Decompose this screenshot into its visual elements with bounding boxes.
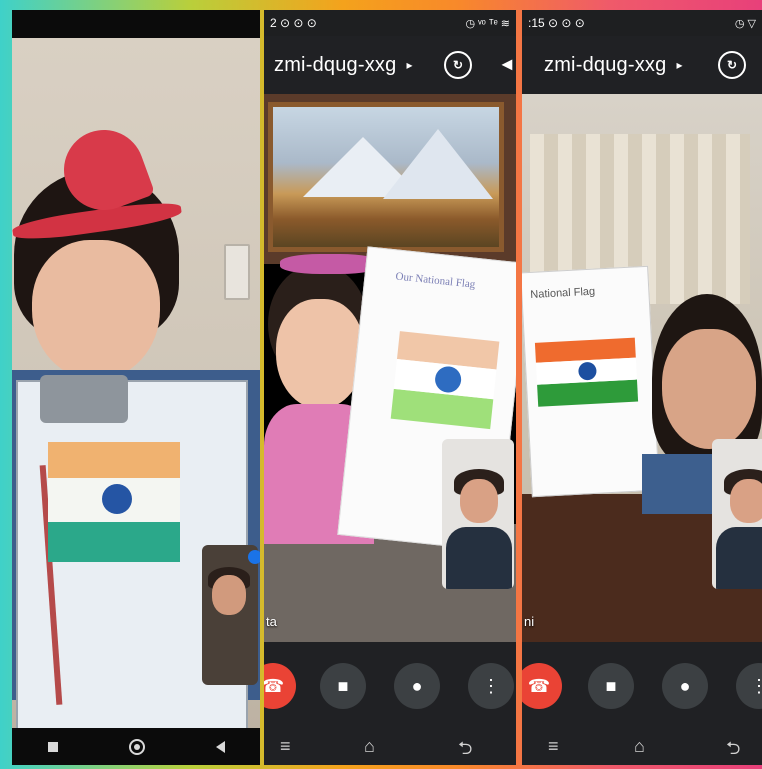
- mic-toggle-button[interactable]: ●: [662, 663, 708, 709]
- worksheet-title: National Flag: [530, 285, 596, 301]
- meet-panel-middle: 2 ⊙ ⊙ ⊙ ◷ ᵛᵒ ᵀᵉ ≋ zmi-dqug-xxg ▸ ↻ ◄ Our…: [264, 10, 516, 765]
- android-nav-bar: ≡ ⌂ ⮌: [522, 730, 762, 765]
- android-nav-bar: [12, 728, 260, 765]
- back-icon[interactable]: ⮌: [726, 736, 740, 765]
- end-call-button[interactable]: ☎: [522, 663, 562, 709]
- wall-switch: [224, 244, 250, 300]
- blue-dot-badge: [248, 550, 260, 564]
- more-options-button[interactable]: ⋮: [468, 663, 514, 709]
- android-nav-bar: ≡ ⌂ ⮌: [264, 730, 516, 765]
- menu-icon[interactable]: ≡: [548, 736, 559, 757]
- flag-drawing: [534, 337, 639, 407]
- meet-header: zmi-dqug-xxg ▸ ↻: [522, 36, 762, 94]
- status-bar: 2 ⊙ ⊙ ⊙ ◷ ᵛᵒ ᵀᵉ ≋: [264, 10, 516, 36]
- more-options-button[interactable]: ⋮: [736, 663, 762, 709]
- flip-camera-icon[interactable]: ↻: [444, 51, 472, 79]
- flag-drawing: [48, 442, 180, 562]
- clipboard-clip: [40, 375, 128, 423]
- meeting-code[interactable]: zmi-dqug-xxg: [544, 54, 666, 77]
- home-icon[interactable]: [128, 738, 145, 755]
- chakra-icon: [433, 365, 463, 394]
- back-icon[interactable]: ⮌: [458, 736, 472, 765]
- home-icon[interactable]: ⌂: [364, 736, 375, 757]
- speaker-icon[interactable]: ◄: [498, 54, 516, 75]
- flip-camera-icon[interactable]: ↻: [718, 51, 746, 79]
- status-time: 2: [270, 16, 277, 30]
- participant-name: ta: [266, 614, 277, 629]
- chakra-icon: [102, 484, 132, 514]
- top-black-bar: [12, 10, 260, 38]
- main-video: National Flag ni: [522, 94, 762, 642]
- child-face: [276, 299, 364, 409]
- camera-toggle-button[interactable]: ■: [588, 663, 634, 709]
- menu-icon[interactable]: ≡: [280, 736, 291, 757]
- main-video: Our National Flag ta: [264, 94, 516, 642]
- meet-header: zmi-dqug-xxg ▸ ↻ ◄: [264, 36, 516, 94]
- back-icon[interactable]: [215, 740, 225, 753]
- self-view-pip[interactable]: [712, 439, 762, 589]
- self-view-pip[interactable]: [202, 545, 258, 685]
- child-face: [32, 240, 160, 380]
- status-right-icons: ◷ ᵛᵒ ᵀᵉ ≋: [465, 17, 510, 30]
- call-controls: ☎ ■ ● ⋮: [522, 642, 762, 730]
- meet-panel-right: :15 ⊙ ⊙ ⊙ ◷ ▽ zmi-dqug-xxg ▸ ↻ National …: [522, 10, 762, 765]
- status-right-icons: ◷ ▽: [734, 17, 756, 30]
- meeting-code[interactable]: zmi-dqug-xxg: [274, 54, 396, 77]
- child-face: [662, 329, 756, 449]
- recents-icon[interactable]: [47, 741, 58, 752]
- caret-right-icon[interactable]: ▸: [406, 58, 412, 72]
- worksheet: National Flag: [522, 265, 660, 498]
- home-icon[interactable]: ⌂: [634, 736, 645, 757]
- flag-drawing: [390, 331, 500, 431]
- participant-name: ni: [524, 614, 535, 629]
- mic-toggle-button[interactable]: ●: [394, 663, 440, 709]
- status-bar: :15 ⊙ ⊙ ⊙ ◷ ▽: [522, 10, 762, 36]
- status-notification-icons: ⊙ ⊙ ⊙: [548, 16, 585, 30]
- camera-toggle-button[interactable]: ■: [320, 663, 366, 709]
- status-time: :15: [528, 16, 545, 30]
- worksheet-title: Our National Flag: [394, 270, 476, 291]
- status-notification-icons: ⊙ ⊙ ⊙: [280, 16, 317, 30]
- call-controls: ☎ ■ ● ⋮: [264, 642, 516, 730]
- chakra-icon: [577, 361, 597, 381]
- self-view-pip[interactable]: [442, 439, 514, 589]
- mountain-painting: [268, 102, 504, 252]
- caret-right-icon[interactable]: ▸: [676, 58, 682, 72]
- photo-panel-left: [12, 10, 260, 765]
- end-call-button[interactable]: ☎: [264, 663, 296, 709]
